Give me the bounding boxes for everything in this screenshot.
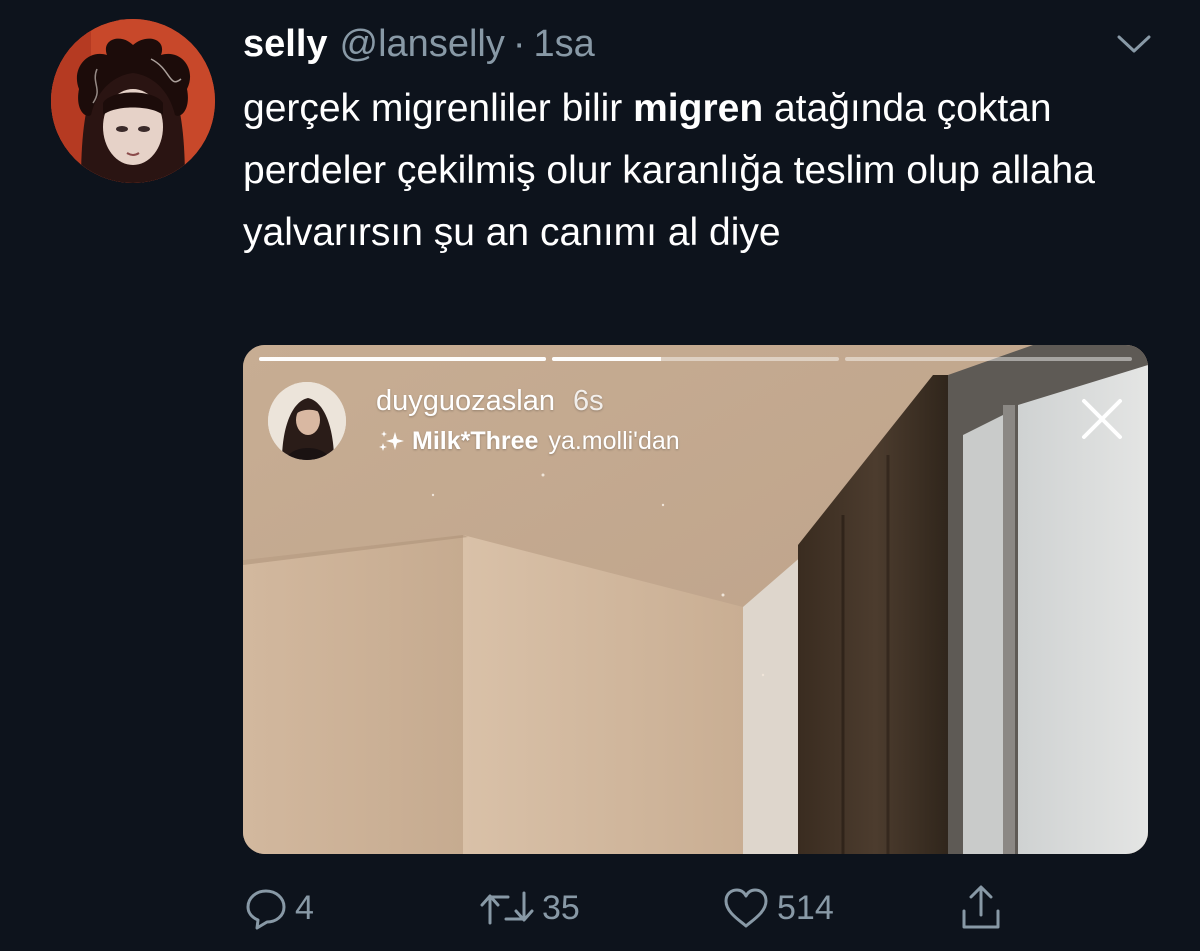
tweet-actions: 4 35 514 bbox=[243, 880, 1123, 936]
like-button[interactable]: 514 bbox=[721, 880, 834, 936]
progress-segment bbox=[259, 357, 546, 361]
handle[interactable]: @lanselly bbox=[340, 20, 505, 68]
retweet-count: 35 bbox=[542, 888, 580, 927]
effect-credit: ya.molli'dan bbox=[548, 427, 680, 455]
chevron-down-icon[interactable] bbox=[1113, 27, 1155, 61]
media-card[interactable]: duyguozaslan 6s Milk*Three ya.molli'dan bbox=[243, 345, 1148, 854]
author-avatar[interactable] bbox=[51, 19, 215, 183]
share-button[interactable] bbox=[958, 880, 1010, 936]
like-icon bbox=[724, 888, 768, 928]
share-icon bbox=[962, 885, 1000, 929]
progress-fill bbox=[552, 357, 662, 361]
progress-segment bbox=[845, 357, 1132, 361]
tweet: selly @lanselly · 1sa gerçek migrenliler… bbox=[0, 0, 1200, 951]
timestamp[interactable]: 1sa bbox=[534, 20, 595, 68]
tweet-text-bold: migren bbox=[633, 87, 764, 130]
separator-dot: · bbox=[512, 23, 526, 65]
effect-name: Milk*Three bbox=[412, 427, 539, 455]
like-count: 514 bbox=[777, 888, 834, 927]
display-name[interactable]: selly bbox=[243, 20, 328, 68]
retweet-icon bbox=[480, 891, 534, 925]
story-user-line: duyguozaslan 6s bbox=[376, 383, 604, 419]
progress-segment bbox=[552, 357, 839, 361]
retweet-button[interactable]: 35 bbox=[478, 880, 580, 936]
progress-fill bbox=[259, 357, 546, 361]
story-username[interactable]: duyguozaslan bbox=[376, 385, 555, 417]
reply-button[interactable]: 4 bbox=[243, 880, 314, 936]
tweet-header: selly @lanselly · 1sa bbox=[243, 20, 595, 68]
story-progress-bar bbox=[259, 357, 1132, 361]
story-age: 6s bbox=[572, 385, 604, 417]
story-avatar[interactable] bbox=[268, 382, 346, 460]
story-effect-line[interactable]: Milk*Three ya.molli'dan bbox=[376, 425, 680, 457]
close-icon[interactable] bbox=[1078, 395, 1126, 443]
sparkle-icon bbox=[379, 431, 404, 451]
reply-icon bbox=[246, 889, 286, 930]
reply-count: 4 bbox=[295, 888, 314, 927]
story-photo bbox=[243, 345, 1148, 854]
tweet-text-before: gerçek migrenliler bilir bbox=[243, 87, 634, 130]
tweet-text: gerçek migrenliler bilir migren atağında… bbox=[243, 78, 1163, 264]
